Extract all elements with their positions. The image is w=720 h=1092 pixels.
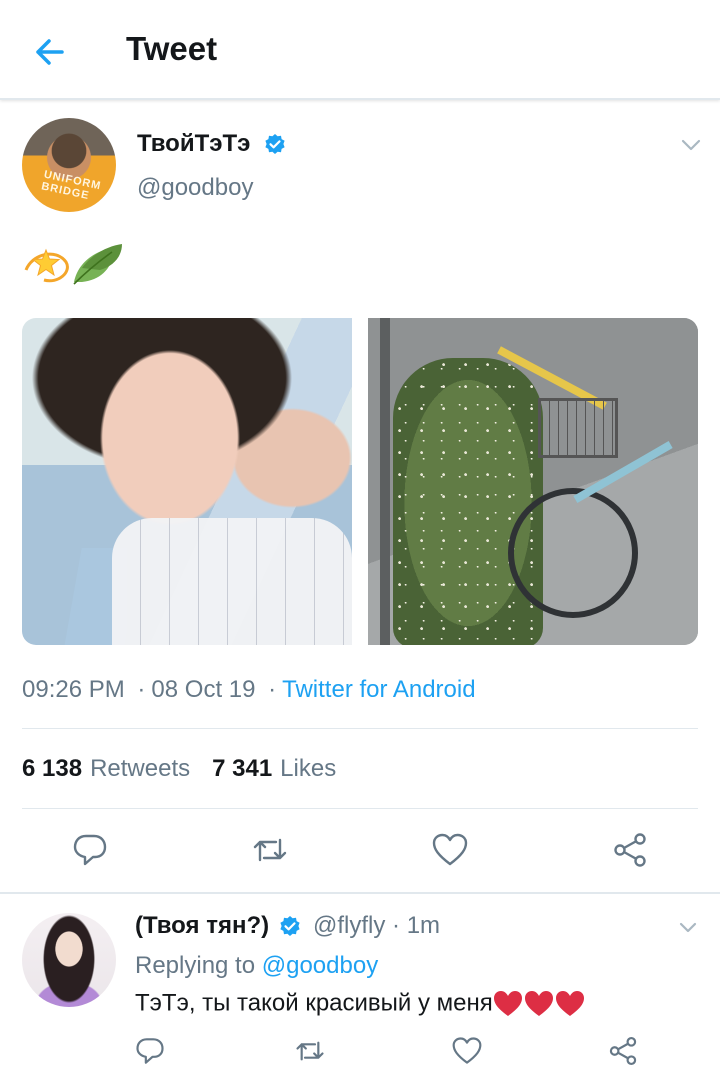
section-divider: [0, 892, 720, 894]
avatar-shirt-print: UNIFORM BRIDGE: [40, 168, 103, 203]
reply-icon[interactable]: [135, 1036, 165, 1066]
tweet-time: 09:26 PM: [22, 676, 125, 703]
reply-icon[interactable]: [72, 832, 108, 868]
like-heart-icon[interactable]: [452, 1036, 482, 1066]
reply-author-avatar[interactable]: [22, 913, 116, 1007]
verified-badge-icon: [280, 916, 300, 936]
reply-author-name[interactable]: (Твоя тян?): [135, 912, 269, 940]
tweet-stats: 6 138 Retweets 7 341 Likes: [22, 755, 336, 783]
tweet-text-emojis: [24, 244, 122, 285]
dizzy-star-icon: [24, 248, 69, 283]
author-avatar[interactable]: UNIFORM BRIDGE: [22, 118, 116, 212]
reply-author-handle[interactable]: @flyfly · 1m: [313, 912, 440, 940]
chevron-down-icon[interactable]: [678, 918, 698, 938]
tweet-date: 08 Oct 19: [151, 676, 256, 703]
likes-stat[interactable]: 7 341 Likes: [212, 755, 336, 782]
retweets-stat[interactable]: 6 138 Retweets: [22, 755, 190, 782]
retweet-icon[interactable]: [295, 1036, 325, 1066]
back-arrow-icon[interactable]: [30, 32, 70, 72]
hearts-emoji-icon: [493, 991, 584, 1016]
tweet-timestamp-row: 09:26 PM · 08 Oct 19 · Twitter for Android: [22, 676, 476, 703]
tweet-photo-portrait[interactable]: [22, 318, 352, 645]
chevron-down-icon[interactable]: [680, 134, 702, 156]
author-handle[interactable]: @goodboy: [137, 174, 253, 202]
verified-badge-icon: [265, 134, 285, 154]
retweet-icon[interactable]: [252, 832, 288, 868]
top-bar: Tweet: [0, 0, 720, 100]
divider: [22, 808, 698, 809]
divider: [22, 728, 698, 729]
tweet-source-link[interactable]: Twitter for Android: [282, 676, 475, 703]
share-icon[interactable]: [612, 832, 648, 868]
author-name[interactable]: ТвойТэТэ: [137, 130, 250, 158]
like-heart-icon[interactable]: [432, 832, 468, 868]
replying-to-line: Replying to @goodboy: [135, 952, 379, 979]
leaf-icon: [73, 244, 122, 285]
reply-text: ТэТэ, ты такой красивый у меня: [135, 989, 585, 1019]
mention-link[interactable]: @goodboy: [262, 952, 378, 979]
share-icon[interactable]: [608, 1036, 638, 1066]
page-title: Tweet: [126, 30, 218, 67]
tweet-photo-bicycle[interactable]: [368, 318, 698, 645]
